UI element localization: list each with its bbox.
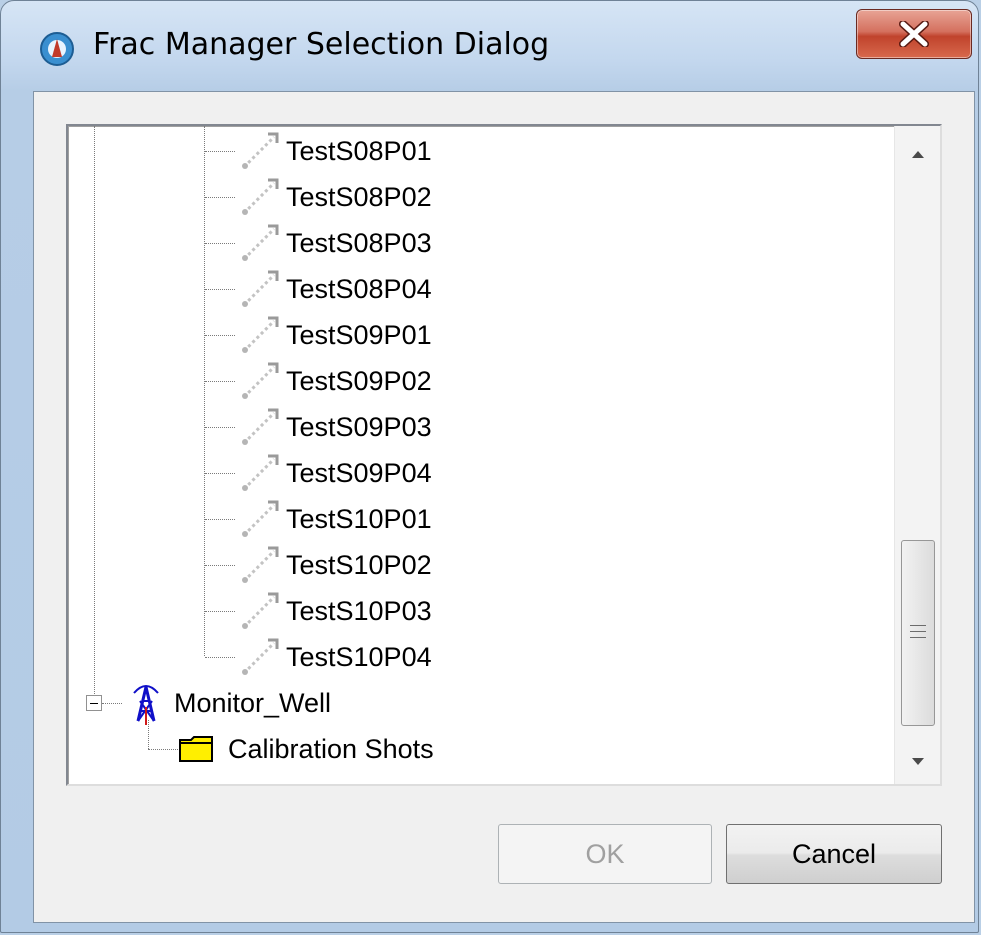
tree-connector: [148, 720, 149, 749]
frac-stage-icon: [236, 405, 280, 449]
scroll-up-arrow[interactable]: [895, 132, 940, 176]
frac-stage-icon: [236, 221, 280, 265]
tree-connector: [94, 126, 95, 696]
cancel-button[interactable]: Cancel: [726, 824, 942, 884]
tree-item-stage[interactable]: TestS08P03: [236, 222, 432, 264]
frac-stage-icon: [236, 451, 280, 495]
tree-item-label: TestS10P01: [286, 503, 432, 534]
frac-stage-icon: [236, 175, 280, 219]
tree-item-stage[interactable]: TestS10P02: [236, 544, 432, 586]
ok-button[interactable]: OK: [498, 824, 712, 884]
triangle-up-icon: [912, 151, 924, 158]
frac-stage-icon: [236, 635, 280, 679]
tree-item-monitor-well[interactable]: Monitor_Well: [124, 682, 332, 725]
tree-connector: [205, 657, 235, 658]
title-bar[interactable]: Frac Manager Selection Dialog: [1, 1, 978, 93]
tree-item-label: TestS09P01: [286, 319, 432, 350]
tree-connector: [205, 289, 235, 290]
tree-item-stage[interactable]: TestS08P01: [236, 130, 432, 172]
frac-stage-icon: [236, 267, 280, 311]
tree-item-label: Calibration Shots: [228, 733, 434, 764]
scroll-thumb[interactable]: [901, 540, 935, 726]
tree-item-label: TestS09P03: [286, 411, 432, 442]
collapse-toggle[interactable]: [86, 695, 102, 711]
grip-line: [910, 637, 926, 638]
tree-item-label: TestS08P03: [286, 227, 432, 258]
tree-item-stage[interactable]: TestS10P03: [236, 590, 432, 632]
tree-item-label: TestS08P01: [286, 135, 432, 166]
tree-item-calibration-shots[interactable]: Calibration Shots: [178, 728, 434, 770]
well-tower-icon: [133, 685, 159, 725]
tree-content: TestS08P01 TestS08P02 TestS08P03 TestS08P04…: [68, 126, 888, 784]
tree-connector: [205, 427, 235, 428]
window-title: Frac Manager Selection Dialog: [93, 27, 550, 62]
tree-view[interactable]: TestS08P01 TestS08P02 TestS08P03 TestS08P04…: [66, 124, 942, 786]
tree-item-stage[interactable]: TestS08P02: [236, 176, 432, 218]
tree-item-label: TestS08P02: [286, 181, 432, 212]
tree-item-label: TestS09P04: [286, 457, 432, 488]
tree-connector: [205, 381, 235, 382]
close-button[interactable]: [856, 9, 972, 59]
folder-icon: [179, 736, 213, 762]
triangle-down-icon: [912, 758, 924, 765]
dialog-window: Frac Manager Selection Dialog TestS08P01…: [0, 0, 979, 933]
tree-connector: [205, 151, 235, 152]
tree-connector: [205, 565, 235, 566]
tree-item-stage[interactable]: TestS09P03: [236, 406, 432, 448]
frac-stage-icon: [236, 129, 280, 173]
dialog-client-area: TestS08P01 TestS08P02 TestS08P03 TestS08P04…: [33, 91, 975, 923]
tree-connector: [205, 197, 235, 198]
tree-item-stage[interactable]: TestS10P04: [236, 636, 432, 678]
frac-stage-icon: [236, 543, 280, 587]
grip-line: [910, 625, 926, 626]
frac-stage-icon: [236, 497, 280, 541]
tree-connector: [205, 519, 235, 520]
tree-item-stage[interactable]: TestS08P04: [236, 268, 432, 310]
app-icon: [40, 32, 74, 66]
tree-item-label: TestS09P02: [286, 365, 432, 396]
tree-item-stage[interactable]: TestS09P02: [236, 360, 432, 402]
vertical-scrollbar[interactable]: [894, 126, 940, 784]
tree-item-label: TestS10P03: [286, 595, 432, 626]
tree-connector: [205, 243, 235, 244]
tree-item-stage[interactable]: TestS09P04: [236, 452, 432, 494]
tree-connector: [102, 703, 122, 704]
tree-connector: [205, 611, 235, 612]
close-icon: [899, 21, 929, 47]
tree-item-label: Monitor_Well: [174, 687, 332, 718]
frac-stage-icon: [236, 589, 280, 633]
frac-stage-icon: [236, 359, 280, 403]
tree-item-stage[interactable]: TestS10P01: [236, 498, 432, 540]
scroll-down-arrow[interactable]: [895, 740, 940, 784]
tree-item-label: TestS08P04: [286, 273, 432, 304]
tree-item-label: TestS10P02: [286, 549, 432, 580]
grip-line: [910, 631, 926, 632]
tree-item-label: TestS10P04: [286, 641, 432, 672]
frac-stage-icon: [236, 313, 280, 357]
tree-item-stage[interactable]: TestS09P01: [236, 314, 432, 356]
tree-connector: [204, 126, 205, 656]
tree-connector: [148, 749, 178, 750]
tree-connector: [205, 335, 235, 336]
tree-connector: [205, 473, 235, 474]
